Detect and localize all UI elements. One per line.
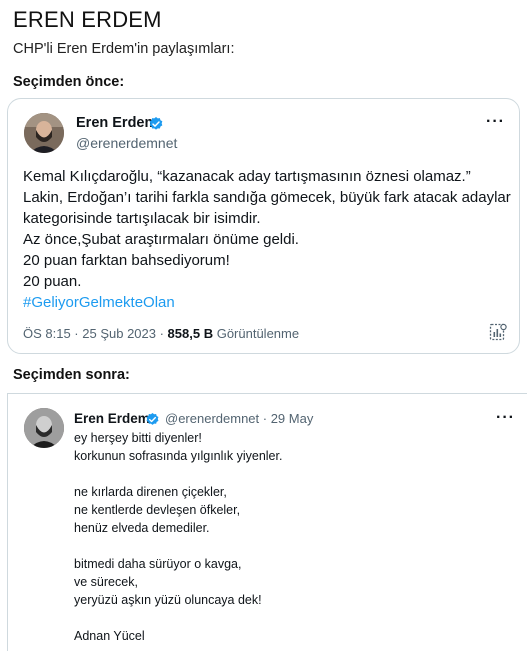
tweet-line: ne kırlarda direnen çiçekler, [74, 485, 227, 499]
more-options-icon[interactable]: ··· [486, 113, 505, 131]
tweet-line: korkunun sofrasında yılgınlık yiyenler. [74, 449, 283, 463]
verified-badge-icon [146, 412, 159, 425]
avatar[interactable] [24, 408, 64, 448]
intro-text: CHP'li Eren Erdem'in paylaşımları: [13, 41, 235, 57]
section-label-after: Seçimden sonra: [13, 367, 130, 383]
author-handle-date[interactable]: @erenerdemnet · 29 May [165, 411, 313, 426]
tweet-line: ve sürecek, [74, 575, 138, 589]
tweet-line [74, 537, 514, 555]
tweet-line: ey herşey bitti diyenler! [74, 431, 202, 445]
tweet-line: Kemal Kılıçdaroğlu, “kazanacak aday tart… [23, 168, 471, 185]
verified-badge-icon [149, 117, 163, 130]
page-title: EREN ERDEM [13, 7, 162, 32]
tweet-line: Lakin, Erdoğan’ı tarihi farkla sandığa g… [23, 189, 511, 206]
avatar[interactable] [24, 113, 64, 153]
tweet-line: 20 puan. [23, 273, 82, 290]
tweet-line [74, 609, 514, 627]
tweet-card-before[interactable]: Eren Erdem @erenerdemnet ··· Kemal Kılıç… [7, 98, 520, 354]
tweet-line: Adnan Yücel [74, 629, 145, 643]
tweet-line: henüz elveda demediler. [74, 521, 210, 535]
tweet-line: Az önce,Şubat araştırmaları önüme geldi. [23, 231, 299, 248]
views-label: Görüntülenme [213, 326, 300, 341]
tweet-text: Kemal Kılıçdaroğlu, “kazanacak aday tart… [23, 166, 513, 313]
tweet-card-after[interactable]: Eren Erdem @erenerdemnet · 29 May ··· ey… [7, 393, 527, 651]
tweet-line: kategorisinde tartışılacak bir isimdir. [23, 210, 261, 227]
tweet-line: ne kentlerde devleşen öfkeler, [74, 503, 241, 517]
author-handle[interactable]: @erenerdemnet [76, 135, 177, 151]
tweet-text: ey herşey bitti diyenler! korkunun sofra… [74, 429, 514, 645]
hashtag-link[interactable]: #GeliyorGelmekteOlan [23, 292, 513, 313]
more-options-icon[interactable]: ··· [496, 409, 515, 427]
tweet-line: 20 puan farktan bahsediyorum! [23, 252, 230, 269]
analytics-icon[interactable] [489, 323, 507, 341]
tweet-meta: ÖS 8:15 · 25 Şub 2023 · 858,5 B Görüntül… [23, 326, 299, 341]
author-name[interactable]: Eren Erdem [76, 115, 157, 131]
author-name[interactable]: Eren Erdem [74, 411, 150, 426]
section-label-before: Seçimden önce: [13, 74, 125, 90]
tweet-line [74, 465, 514, 483]
view-count: 858,5 B [167, 326, 214, 341]
tweet-line: yeryüzü aşkın yüzü oluncaya dek! [74, 593, 262, 607]
timestamp[interactable]: ÖS 8:15 · 25 Şub 2023 · [23, 326, 168, 341]
tweet-line: bitmedi daha sürüyor o kavga, [74, 557, 242, 571]
